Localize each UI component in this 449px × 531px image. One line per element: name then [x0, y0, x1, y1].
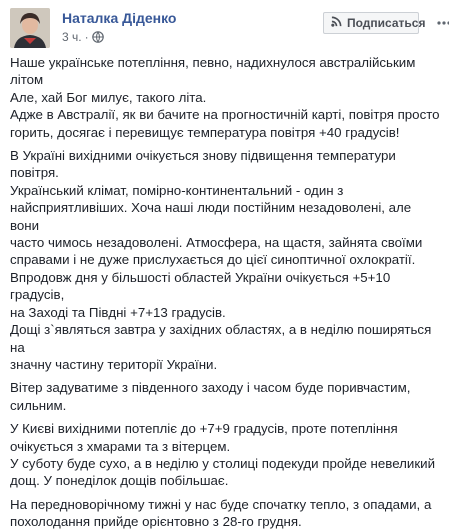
- post-time[interactable]: 3 ч.: [62, 30, 82, 44]
- rss-icon: [331, 16, 342, 30]
- facebook-post: Наталка Діденко 3 ч. · Подписаться Наше у…: [0, 0, 449, 529]
- paragraph: На передноворічному тижні у нас буде спо…: [10, 496, 432, 530]
- globe-icon: [91, 31, 104, 46]
- paragraph: Вітер задуватиме з південного заходу і ч…: [10, 380, 411, 413]
- paragraph: У Києві вихідними потепліє до +7+9 граду…: [10, 421, 436, 489]
- follow-button[interactable]: Подписаться: [323, 12, 425, 34]
- paragraph: Наше українське потепління, певно, надих…: [10, 55, 440, 140]
- paragraph: В Україні вихідними очікується знову під…: [10, 148, 432, 372]
- avatar[interactable]: [10, 8, 50, 48]
- more-dots-icon[interactable]: [437, 16, 449, 30]
- post-meta: 3 ч. ·: [62, 30, 104, 46]
- follow-label: Подписаться: [347, 16, 426, 30]
- post-header: Наталка Діденко 3 ч. · Подписаться: [10, 8, 449, 48]
- avatar-photo: [10, 8, 50, 48]
- post-text: Наше українське потепління, певно, надих…: [10, 54, 442, 531]
- author-name[interactable]: Наталка Діденко: [62, 10, 176, 26]
